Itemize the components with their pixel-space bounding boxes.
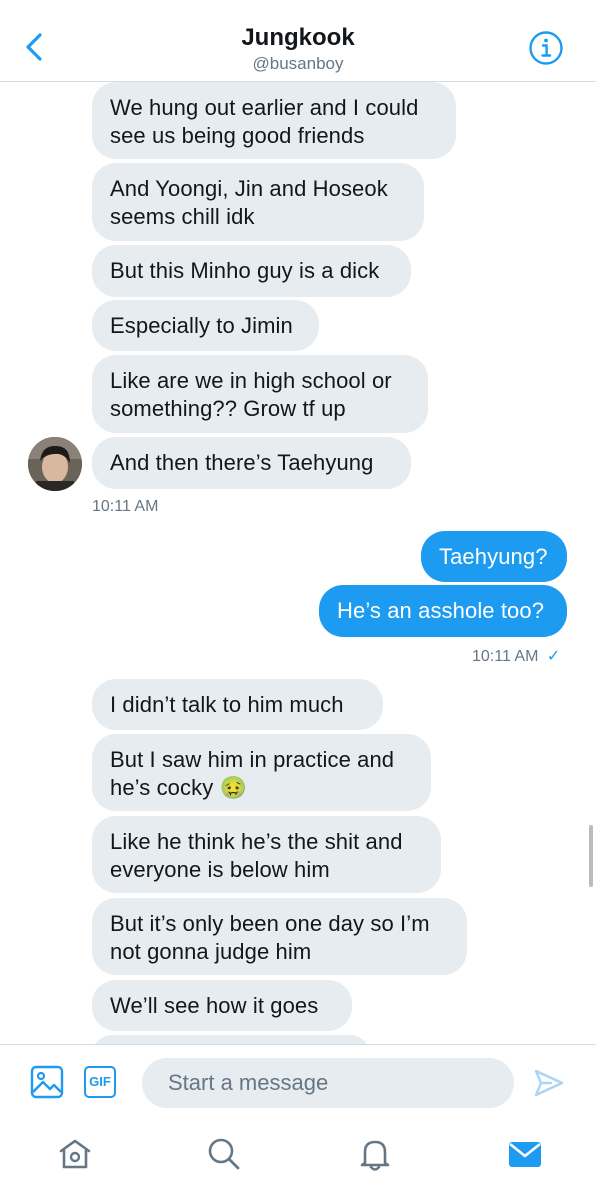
message-line: seems chill idk [110, 204, 255, 229]
message-input[interactable] [142, 1058, 514, 1108]
notifications-icon[interactable] [355, 1134, 395, 1174]
message-bubble-received[interactable]: But it’s only been one day so I’m not go… [92, 898, 467, 975]
message-line: But I saw him in practice and [110, 747, 395, 772]
message-bubble-sent[interactable]: Taehyung? [421, 531, 567, 582]
message-line: not gonna judge him [110, 939, 312, 964]
send-icon[interactable] [533, 1067, 565, 1099]
avatar[interactable] [28, 437, 82, 491]
message-bubble-received[interactable]: And Yoongi, Jin and Hoseok seems chill i… [92, 163, 424, 241]
message-line: everyone is below him [110, 857, 330, 882]
message-line: see us being good friends [110, 123, 365, 148]
message-bubble-sent[interactable]: He’s an asshole too? [319, 585, 567, 637]
message-line: And then there’s Taehyung [110, 450, 374, 475]
search-icon[interactable] [204, 1134, 244, 1174]
message-line: We’ll see how it goes [110, 993, 319, 1018]
nauseated-face-icon: 🤢 [219, 775, 248, 800]
message-timestamp: 10:11 AM [92, 498, 159, 515]
image-icon[interactable] [30, 1065, 64, 1099]
message-bubble-received[interactable]: And then there’s Taehyung [92, 437, 411, 489]
message-bubble-received[interactable]: Like he think he’s the shit and everyone… [92, 816, 441, 893]
scrollbar[interactable] [589, 825, 593, 887]
message-bubble-received[interactable]: But this Minho guy is a dick [92, 245, 411, 297]
bottom-tab-bar [0, 1120, 596, 1200]
conversation-handle: @busanboy [252, 54, 344, 73]
conversation-header: Jungkook @busanboy [0, 0, 596, 82]
message-line: And Yoongi, Jin and Hoseok [110, 176, 388, 201]
message-line: But this Minho guy is a dick [110, 258, 380, 283]
message-bubble-received[interactable]: Especially to Jimin [92, 300, 319, 351]
home-icon[interactable] [55, 1134, 95, 1174]
message-bubble-received[interactable]: We’ll see how it goes [92, 980, 352, 1031]
messages-icon[interactable] [505, 1134, 545, 1174]
message-line: But it’s only been one day so I’m [110, 911, 430, 936]
message-composer: GIF [0, 1044, 596, 1120]
sent-check-icon: ✓ [546, 648, 561, 665]
message-line: Especially to Jimin [110, 313, 293, 338]
message-line: I didn’t talk to him much [110, 692, 344, 717]
message-line: he’s cocky [110, 775, 214, 800]
message-timestamp: 10:11 AM ✓ [472, 646, 560, 666]
message-line: something?? Grow tf up [110, 396, 346, 421]
message-line: Like are we in high school or [110, 368, 392, 393]
gif-label: GIF [89, 1074, 111, 1089]
message-bubble-received[interactable]: We hung out earlier and I could see us b… [92, 82, 456, 159]
gif-button[interactable]: GIF [84, 1066, 116, 1098]
conversation-title[interactable]: Jungkook [0, 24, 596, 52]
message-bubble-received[interactable]: I didn’t talk to him much [92, 679, 383, 730]
message-line: Like he think he’s the shit and [110, 829, 403, 854]
message-line: We hung out earlier and I could [110, 95, 419, 120]
message-line: He’s an asshole too? [337, 598, 545, 623]
message-line: Taehyung? [439, 544, 548, 569]
timestamp-text: 10:11 AM [472, 648, 539, 665]
message-bubble-received[interactable]: But I saw him in practice and he’s cocky… [92, 734, 431, 811]
message-bubble-received[interactable]: Like are we in high school or something?… [92, 355, 428, 433]
info-icon[interactable] [528, 30, 564, 66]
